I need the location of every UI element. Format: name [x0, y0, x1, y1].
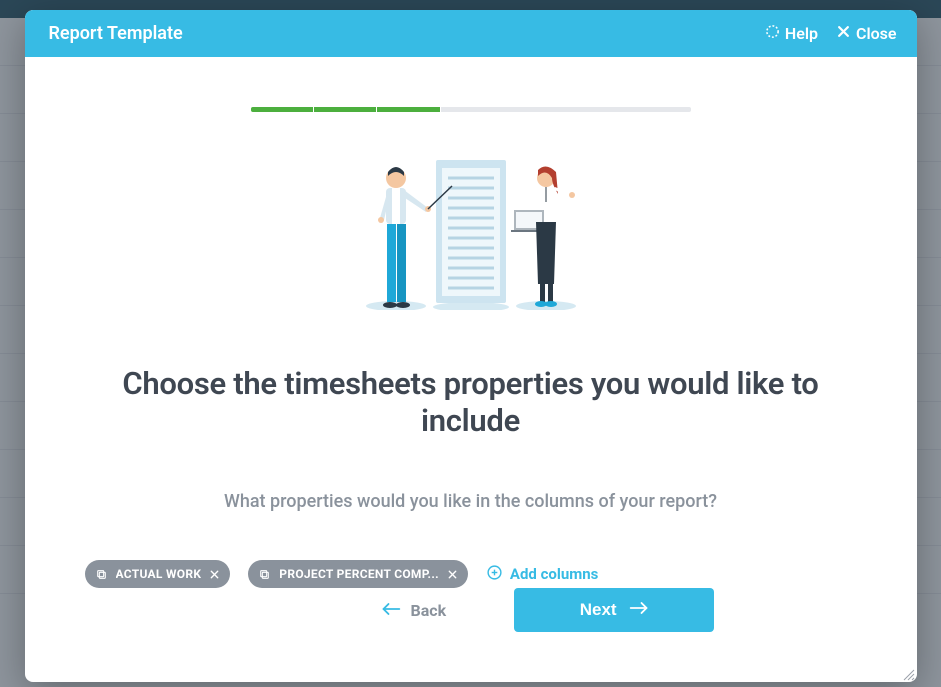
progress-step: [251, 107, 314, 112]
resize-handle[interactable]: [901, 666, 915, 680]
back-label: Back: [411, 601, 447, 620]
progress-step: [628, 107, 690, 112]
modal-body: Choose the timesheets properties you wou…: [25, 57, 917, 682]
chip-label: ACTUAL WORK: [116, 567, 202, 581]
page-heading: Choose the timesheets properties you wou…: [85, 365, 857, 439]
next-button[interactable]: Next: [514, 588, 714, 632]
progress-step: [566, 107, 628, 112]
progress-step: [503, 107, 565, 112]
header-actions: Help Close: [765, 24, 897, 43]
arrow-left-icon: [381, 601, 401, 620]
progress-step: [441, 107, 503, 112]
progress-bar: [251, 107, 691, 112]
progress-step: [314, 107, 377, 112]
next-label: Next: [580, 600, 617, 620]
add-columns-button[interactable]: Add columns: [486, 564, 598, 585]
modal-header: Report Template Help: [25, 10, 917, 57]
copy-icon: [95, 568, 108, 581]
modal-title: Report Template: [49, 23, 183, 44]
arrow-right-icon: [629, 600, 649, 620]
progress-step: [377, 107, 440, 112]
modal-overlay: Report Template Help: [0, 0, 941, 687]
help-icon: [765, 24, 780, 43]
plus-circle-icon: [486, 564, 503, 585]
help-label: Help: [785, 24, 818, 43]
report-template-modal: Report Template Help: [25, 10, 917, 682]
column-chip[interactable]: ACTUAL WORK: [85, 560, 231, 588]
close-label: Close: [856, 24, 897, 43]
chip-remove[interactable]: [209, 569, 220, 580]
close-icon: [836, 24, 851, 43]
chip-label: PROJECT PERCENT COMP...: [279, 567, 439, 581]
page-subtext: What properties would you like in the co…: [224, 491, 717, 512]
close-button[interactable]: Close: [836, 24, 897, 43]
wizard-footer: Back Next: [85, 588, 857, 632]
add-columns-label: Add columns: [510, 565, 598, 583]
help-button[interactable]: Help: [765, 24, 818, 43]
copy-icon: [258, 568, 271, 581]
back-button[interactable]: Back: [381, 601, 447, 620]
chip-remove[interactable]: [447, 569, 458, 580]
chips-row: ACTUAL WORK PROJECT PERCENT COMP... Add c…: [85, 560, 857, 588]
column-chip[interactable]: PROJECT PERCENT COMP...: [248, 560, 468, 588]
illustration: [356, 160, 586, 310]
